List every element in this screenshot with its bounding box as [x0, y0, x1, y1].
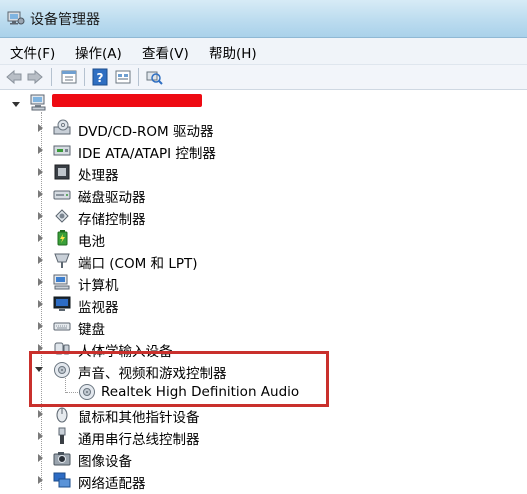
- tree-item-label[interactable]: 电池: [78, 230, 105, 250]
- redacted-computer-name: [52, 94, 202, 107]
- usb-icon: [58, 427, 66, 444]
- network-icon: [53, 472, 71, 488]
- device-manager-icon: [7, 11, 25, 25]
- svg-text:?: ?: [97, 71, 104, 85]
- mouse-icon: [56, 407, 68, 423]
- expander[interactable]: [38, 454, 43, 462]
- scan-hardware-icon[interactable]: [145, 68, 163, 86]
- window-title: 设备管理器: [30, 12, 100, 28]
- tree-item-label[interactable]: DVD/CD-ROM 驱动器: [78, 120, 213, 140]
- menu-help[interactable]: 帮助(H): [209, 42, 257, 62]
- port-icon: [54, 253, 70, 268]
- expander[interactable]: [38, 146, 43, 154]
- expander[interactable]: [38, 168, 43, 176]
- ide-controller-icon: [53, 145, 71, 156]
- tree-item-label[interactable]: 存储控制器: [78, 208, 146, 228]
- expander[interactable]: [38, 212, 43, 220]
- tree-item-label[interactable]: 通用串行总线控制器: [78, 428, 200, 448]
- toolbar: ?: [0, 65, 527, 90]
- tree-item-label[interactable]: 处理器: [78, 164, 119, 184]
- expander[interactable]: [38, 476, 43, 484]
- tree-item-label[interactable]: 端口 (COM 和 LPT): [78, 252, 198, 272]
- battery-icon: [57, 230, 68, 246]
- highlight-box: [29, 351, 329, 407]
- expander[interactable]: [38, 410, 43, 418]
- root-expander[interactable]: [12, 102, 20, 107]
- help-icon[interactable]: ?: [91, 68, 109, 86]
- tree-item-label[interactable]: 磁盘驱动器: [78, 186, 146, 206]
- tree-item-label[interactable]: 网络适配器: [78, 472, 146, 492]
- keyboard-icon: [53, 322, 71, 331]
- menu-file[interactable]: 文件(F): [10, 42, 55, 62]
- back-icon[interactable]: [5, 68, 23, 86]
- show-hidden-icon[interactable]: [114, 68, 132, 86]
- expander[interactable]: [38, 234, 43, 242]
- expander[interactable]: [38, 300, 43, 308]
- toolbar-separator: [51, 68, 52, 86]
- expander[interactable]: [38, 432, 43, 440]
- title-bar: 设备管理器: [0, 0, 527, 38]
- monitor-icon: [53, 296, 71, 311]
- properties-icon[interactable]: [60, 68, 78, 86]
- expander[interactable]: [38, 124, 43, 132]
- expander[interactable]: [38, 190, 43, 198]
- tree-item-label[interactable]: IDE ATA/ATAPI 控制器: [78, 142, 216, 162]
- tree-item-label[interactable]: 图像设备: [78, 450, 132, 470]
- toolbar-separator: [84, 68, 85, 86]
- forward-icon[interactable]: [26, 68, 44, 86]
- toolbar-separator: [138, 68, 139, 86]
- disk-drive-icon: [53, 190, 71, 200]
- computer-icon: [30, 94, 46, 111]
- expander[interactable]: [38, 278, 43, 286]
- expander[interactable]: [38, 256, 43, 264]
- menu-bar: 文件(F) 操作(A) 查看(V) 帮助(H): [0, 38, 527, 65]
- menu-view[interactable]: 查看(V): [142, 42, 189, 62]
- storage-controller-icon: [55, 209, 69, 223]
- tree-item-label[interactable]: 鼠标和其他指针设备: [78, 406, 200, 426]
- expander[interactable]: [38, 322, 43, 330]
- tree-item-label[interactable]: 监视器: [78, 296, 119, 316]
- camera-icon: [53, 452, 71, 466]
- tree-item-label[interactable]: 键盘: [78, 318, 105, 338]
- menu-action[interactable]: 操作(A): [75, 42, 122, 62]
- tree-item-label[interactable]: 计算机: [78, 274, 119, 294]
- processor-icon: [54, 164, 70, 180]
- dvd-drive-icon: [53, 119, 71, 135]
- computer-icon: [53, 274, 70, 290]
